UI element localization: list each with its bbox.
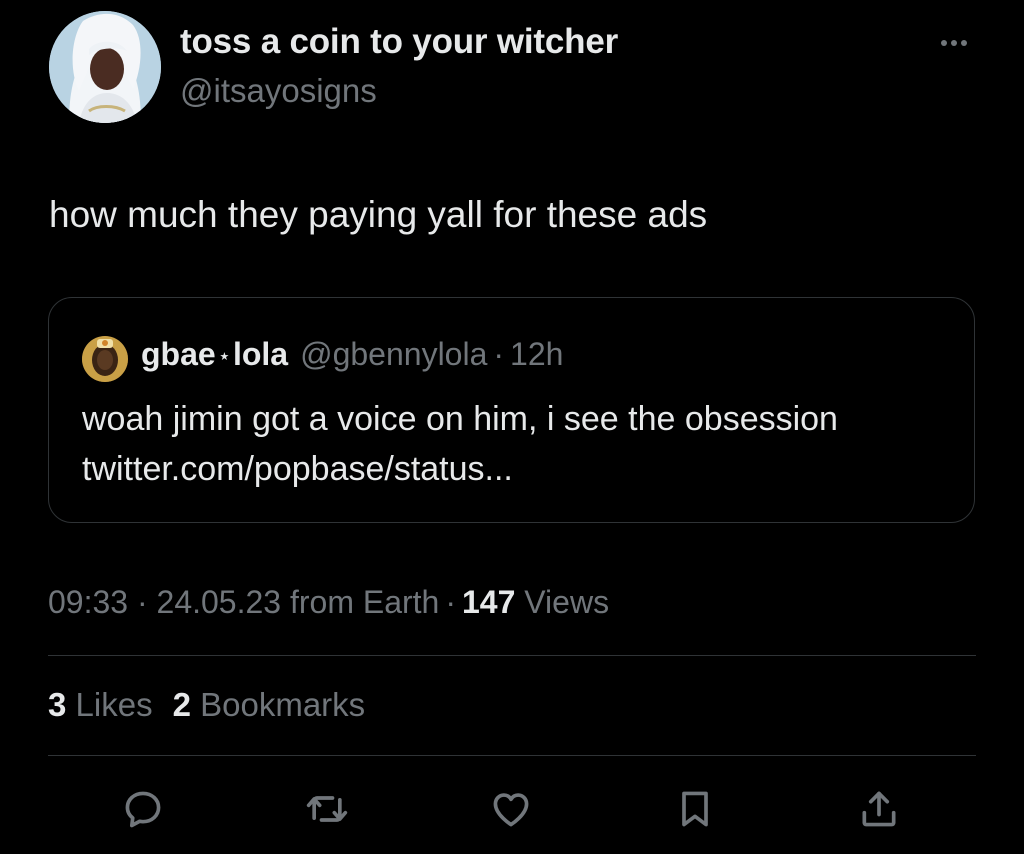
tweet-source: from Earth bbox=[289, 584, 440, 620]
quoted-handle[interactable]: @gbennylola bbox=[300, 336, 487, 373]
author-display-name[interactable]: toss a coin to your witcher bbox=[180, 22, 618, 62]
share-button[interactable] bbox=[854, 784, 904, 834]
views-count: 147 bbox=[462, 584, 516, 620]
quoted-tweet-card[interactable]: gbae ⋆lola @gbennylola · 12h woah jimin g… bbox=[48, 297, 975, 523]
name-star-glyph: ⋆ bbox=[218, 346, 230, 367]
reply-icon bbox=[125, 791, 161, 828]
meta-separator: · bbox=[445, 584, 456, 620]
quoted-text-line: woah jimin got a voice on him, i see the… bbox=[82, 400, 838, 438]
heart-icon bbox=[493, 793, 529, 827]
likes-stat[interactable]: 3 Likes bbox=[48, 686, 153, 723]
meta-separator: · bbox=[136, 584, 148, 620]
quoted-name-part1: gbae bbox=[141, 336, 216, 372]
quoted-separator: · bbox=[493, 336, 505, 372]
quoted-display-name[interactable]: gbae ⋆lola bbox=[141, 336, 288, 373]
bookmarks-count: 2 bbox=[172, 686, 191, 723]
divider bbox=[48, 655, 976, 656]
action-bar bbox=[110, 784, 910, 834]
retweet-icon bbox=[306, 796, 348, 822]
quoted-header: gbae ⋆lola @gbennylola · 12h bbox=[141, 336, 563, 373]
quoted-link[interactable]: twitter.com/popbase/status... bbox=[82, 444, 962, 494]
author-handle[interactable]: @itsayosigns bbox=[180, 72, 377, 110]
more-icon[interactable] bbox=[936, 28, 972, 58]
tweet-meta: 09:33 · 24.05.23 from Earth · 147 Views bbox=[48, 584, 609, 621]
divider bbox=[48, 755, 976, 756]
more-dot bbox=[961, 40, 967, 46]
author-avatar[interactable] bbox=[49, 11, 161, 123]
views-label: Views bbox=[524, 584, 610, 620]
tweet-date[interactable]: 24.05.23 bbox=[157, 584, 282, 620]
quoted-timestamp[interactable]: 12h bbox=[510, 336, 563, 373]
retweet-button[interactable] bbox=[302, 784, 352, 834]
likes-count: 3 bbox=[48, 686, 67, 723]
likes-label: Likes bbox=[75, 686, 153, 723]
quoted-author-avatar bbox=[82, 336, 128, 382]
reply-button[interactable] bbox=[118, 784, 168, 834]
like-button[interactable] bbox=[486, 784, 536, 834]
bookmark-icon bbox=[682, 791, 708, 827]
bookmark-button[interactable] bbox=[670, 784, 720, 834]
more-dot bbox=[941, 40, 947, 46]
share-icon bbox=[862, 791, 896, 827]
bookmarks-label: Bookmarks bbox=[200, 686, 366, 723]
tweet-text: how much they paying yall for these ads bbox=[49, 194, 708, 235]
tweet-time[interactable]: 09:33 bbox=[48, 584, 128, 620]
more-dot bbox=[951, 40, 957, 46]
quoted-tweet-text: woah jimin got a voice on him, i see the… bbox=[82, 394, 962, 494]
tweet-stats: 3 Likes 2 Bookmarks bbox=[48, 686, 365, 724]
quoted-name-part2: lola bbox=[232, 336, 289, 372]
bookmarks-stat[interactable]: 2 Bookmarks bbox=[173, 686, 366, 723]
